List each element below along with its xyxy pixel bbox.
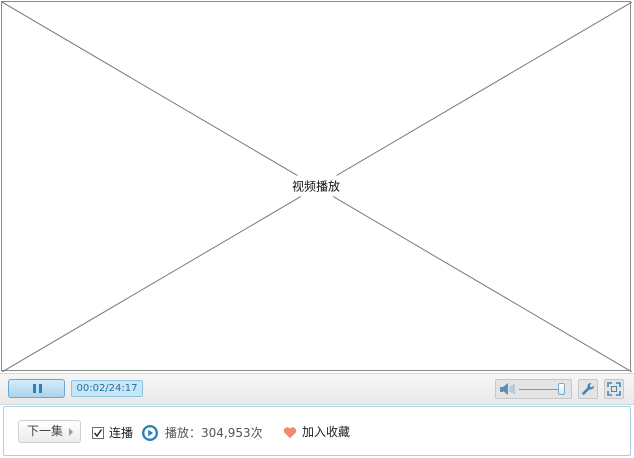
fullscreen-icon [607, 382, 621, 396]
play-count: 播放：304,953次 [165, 426, 263, 440]
add-to-favorites-label: 加入收藏 [302, 425, 351, 439]
wrench-icon [582, 383, 594, 395]
pause-button[interactable] [8, 379, 65, 398]
autoplay-checkbox[interactable] [92, 427, 104, 439]
video-placeholder[interactable]: 视频播放 [1, 1, 632, 372]
heart-icon [283, 426, 297, 438]
pause-icon [33, 384, 36, 393]
time-display: 00:02/24:17 [71, 380, 143, 397]
settings-button[interactable] [578, 379, 598, 399]
pause-icon-bar [39, 384, 42, 393]
info-bar: 下一集 连播 播放：304,953次 加入收藏 [3, 406, 631, 456]
volume-slider-handle[interactable] [558, 383, 566, 395]
video-player: 视频播放 00:02/24:17 下一集 连播 播放：304,953次 加入收藏 [0, 0, 634, 458]
add-to-favorites-button[interactable]: 加入收藏 [283, 425, 350, 439]
speaker-icon[interactable] [499, 382, 517, 396]
volume-control[interactable] [495, 379, 572, 399]
autoplay-toggle[interactable]: 连播 [92, 426, 133, 440]
next-episode-label: 下一集 [27, 424, 64, 438]
next-episode-button[interactable]: 下一集 [18, 420, 81, 443]
chevron-right-icon [69, 428, 73, 436]
autoplay-label: 连播 [109, 426, 134, 440]
fullscreen-button[interactable] [604, 379, 624, 399]
control-bar: 00:02/24:17 [0, 373, 634, 405]
video-label: 视频播放 [288, 175, 344, 197]
volume-track[interactable] [519, 389, 563, 390]
play-circle-icon [142, 425, 158, 441]
checkmark-icon [93, 429, 103, 438]
